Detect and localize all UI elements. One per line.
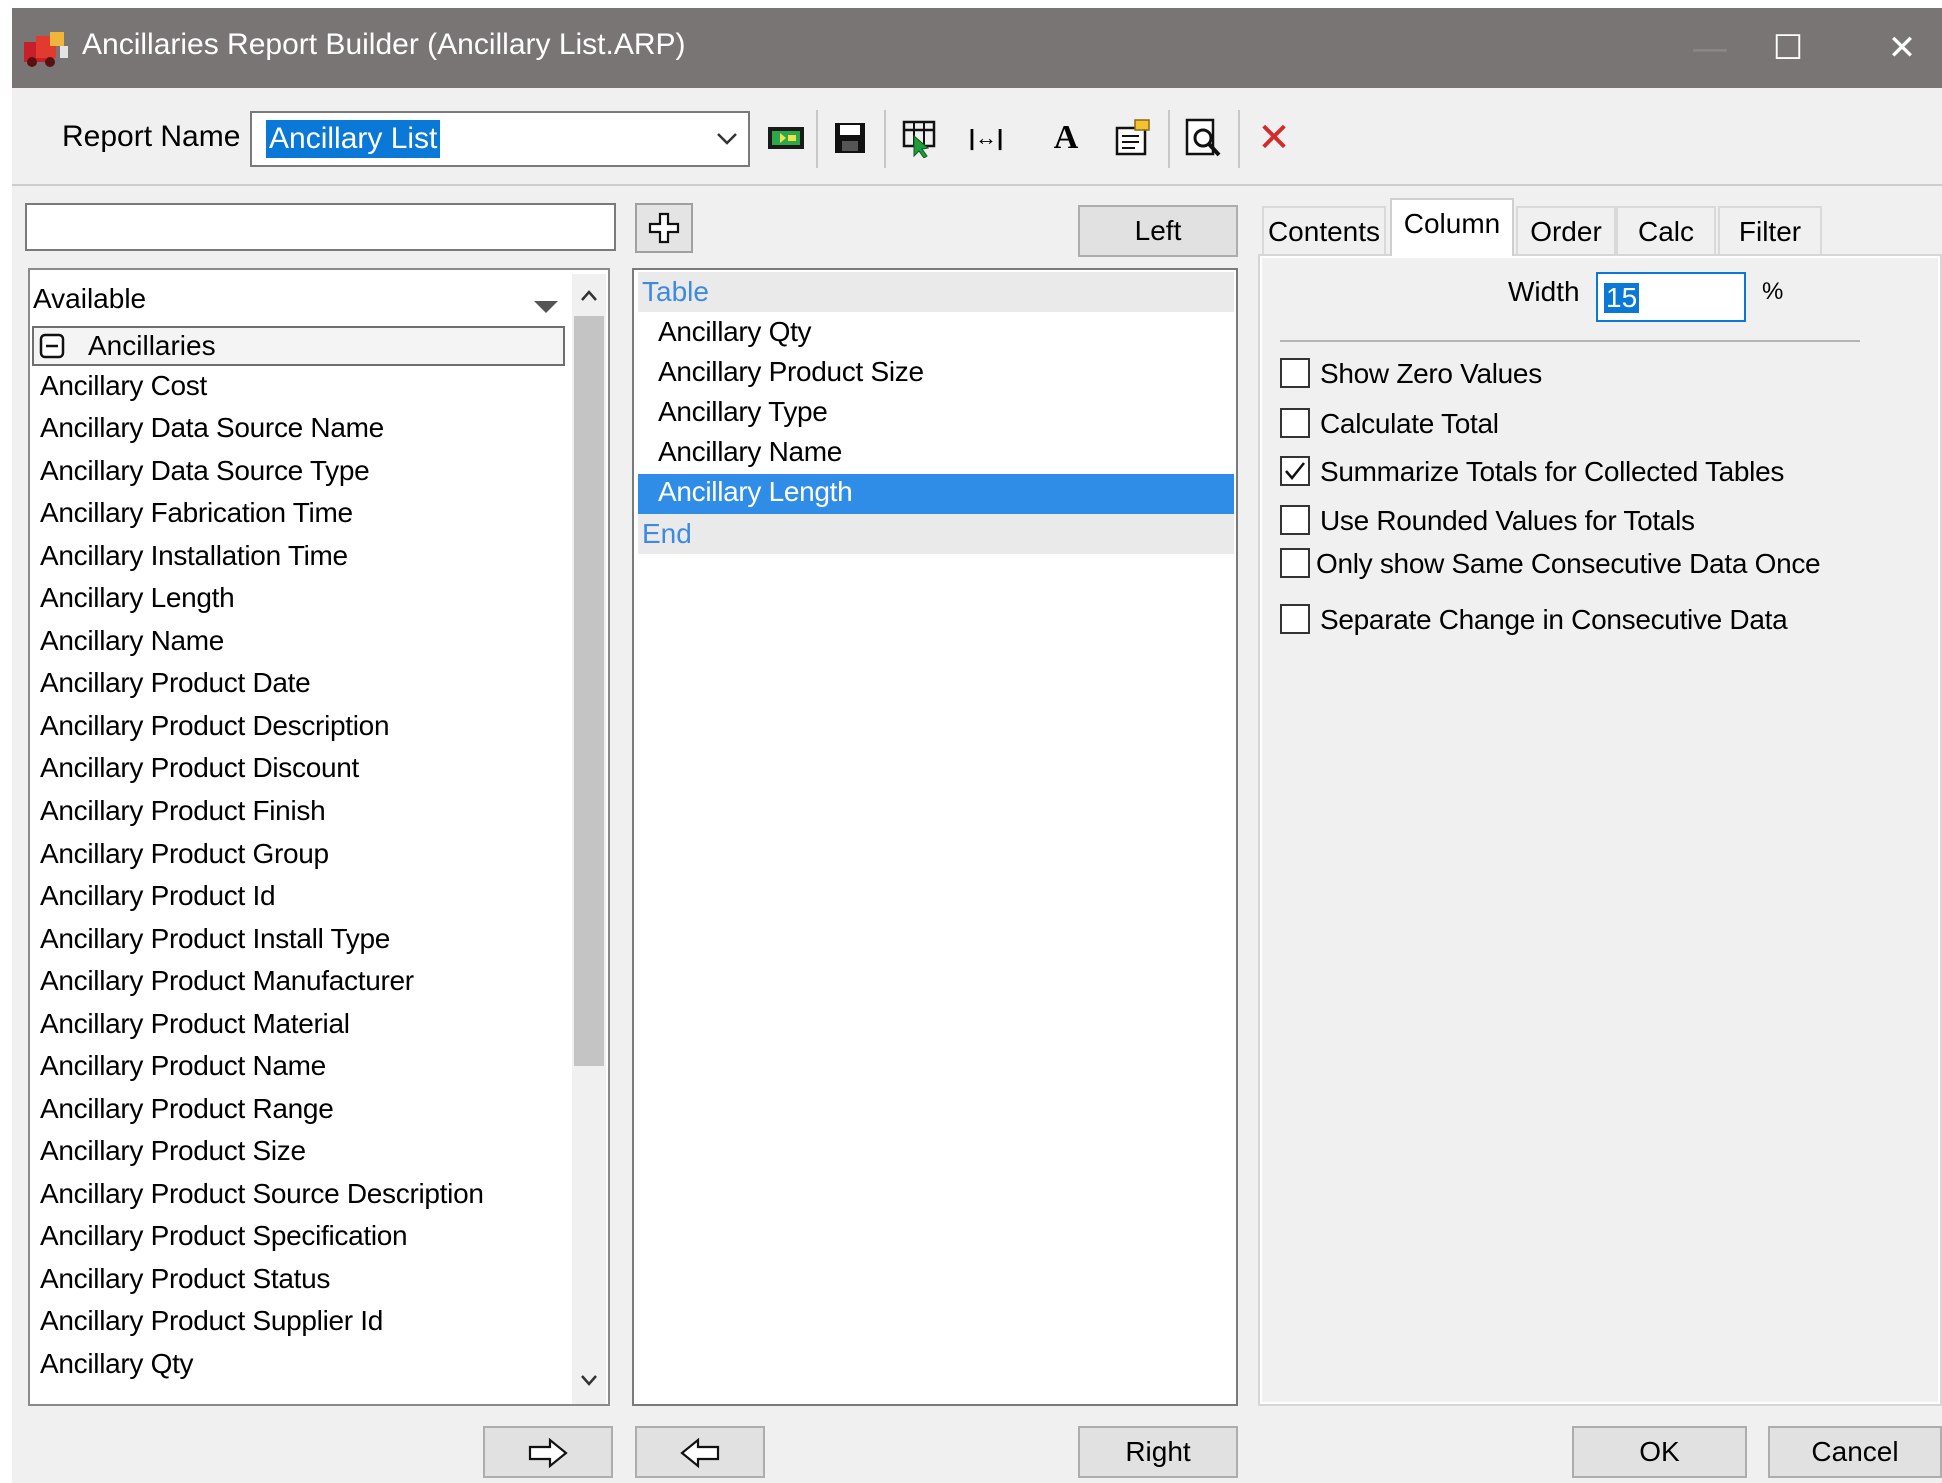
scrollbar-thumb[interactable]	[574, 316, 604, 1066]
caret-down-icon[interactable]	[532, 290, 560, 313]
list-item[interactable]: Ancillary Installation Time	[40, 540, 348, 572]
tab-calc[interactable]: Calc	[1616, 206, 1716, 256]
minimize-button[interactable]: —	[1670, 8, 1750, 88]
list-item[interactable]: Ancillary Name	[40, 625, 224, 657]
list-item[interactable]: Ancillary Product Range	[40, 1093, 334, 1125]
tab-contents[interactable]: Contents	[1262, 206, 1386, 256]
list-item[interactable]: Ancillary Product Material	[40, 1008, 350, 1040]
ok-button[interactable]: OK	[1572, 1426, 1747, 1478]
maximize-button[interactable]: ☐	[1748, 8, 1828, 88]
show-zero-values-checkbox[interactable]	[1280, 358, 1310, 388]
select-columns-icon[interactable]	[896, 110, 944, 166]
panel-divider	[1280, 340, 1860, 342]
tab-column[interactable]: Column	[1390, 198, 1514, 256]
print-preview-icon[interactable]	[1180, 110, 1228, 166]
column-item[interactable]: Ancillary Qty	[658, 316, 812, 348]
add-button[interactable]	[635, 203, 693, 253]
column-item[interactable]: Ancillary Product Size	[658, 356, 924, 388]
table-header-row[interactable]: Table	[638, 272, 1234, 312]
app-icon	[20, 28, 72, 68]
list-item[interactable]: Ancillary Product Manufacturer	[40, 965, 414, 997]
report-name-label: Report Name	[62, 120, 241, 153]
align-right-button[interactable]: Right	[1078, 1426, 1238, 1478]
separate-change-checkbox[interactable]	[1280, 604, 1310, 634]
list-item[interactable]: Ancillary Product Date	[40, 667, 311, 699]
save-icon[interactable]	[826, 110, 874, 166]
list-item[interactable]: Ancillary Product Supplier Id	[40, 1305, 383, 1337]
toolbar-separator	[1238, 110, 1240, 168]
toolbar-separator	[1168, 110, 1170, 168]
use-rounded-values-label: Use Rounded Values for Totals	[1320, 505, 1695, 536]
list-item[interactable]: Ancillary Product Group	[40, 838, 329, 870]
column-item-selected[interactable]: Ancillary Length	[658, 476, 853, 508]
list-item[interactable]: Ancillary Product Install Type	[40, 923, 390, 955]
tab-order[interactable]: Order	[1516, 206, 1616, 256]
column-item[interactable]: Ancillary Name	[658, 436, 842, 468]
toolbar-separator	[816, 110, 818, 168]
column-item[interactable]: Ancillary Type	[658, 396, 828, 428]
list-item[interactable]: Ancillary Product Finish	[40, 795, 326, 827]
collapse-icon[interactable]	[38, 332, 66, 360]
properties-icon[interactable]	[1110, 110, 1158, 166]
list-item[interactable]: Ancillary Product Description	[40, 710, 390, 742]
scroll-down-icon[interactable]	[572, 1362, 606, 1398]
available-header: Available	[33, 283, 147, 314]
list-item[interactable]: Ancillary Fabrication Time	[40, 497, 353, 529]
align-left-button[interactable]: Left	[1078, 205, 1238, 257]
calculate-total-checkbox[interactable]	[1280, 408, 1310, 438]
list-item[interactable]: Ancillary Qty	[40, 1348, 194, 1380]
separate-change-label: Separate Change in Consecutive Data	[1320, 604, 1788, 635]
column-width-icon[interactable]: |↔|	[962, 110, 1010, 166]
chevron-down-icon[interactable]	[712, 124, 742, 154]
summarize-totals-checkbox[interactable]	[1280, 456, 1310, 486]
cancel-button[interactable]: Cancel	[1768, 1426, 1942, 1478]
list-item[interactable]: Ancillary Product Id	[40, 880, 276, 912]
only-show-same-data-once-label: Only show Same Consecutive Data Once	[1316, 548, 1821, 579]
only-show-same-data-once-checkbox[interactable]	[1280, 548, 1310, 578]
list-item[interactable]: Ancillary Product Size	[40, 1135, 306, 1167]
tab-filter[interactable]: Filter	[1718, 206, 1822, 256]
list-item[interactable]: Ancillary Product Discount	[40, 752, 359, 784]
list-item[interactable]: Ancillary Product Specification	[40, 1220, 408, 1252]
list-item[interactable]: Ancillary Length	[40, 582, 235, 614]
percent-label: %	[1762, 278, 1784, 305]
list-item[interactable]: Ancillary Cost	[40, 370, 207, 402]
summarize-totals-label: Summarize Totals for Collected Tables	[1320, 456, 1785, 487]
list-item[interactable]: Ancillary Product Status	[40, 1263, 330, 1295]
width-label: Width	[1508, 276, 1580, 307]
window-title: Ancillaries Report Builder (Ancillary Li…	[82, 28, 686, 61]
list-item[interactable]: Ancillary Data Source Type	[40, 455, 370, 487]
calculate-total-label: Calculate Total	[1320, 408, 1499, 439]
add-field-button[interactable]	[483, 1426, 613, 1478]
close-window-button[interactable]: ✕	[1862, 8, 1942, 88]
list-item[interactable]: Ancillary Data Source Name	[40, 412, 384, 444]
list-item[interactable]: Ancillary Product Source Description	[40, 1178, 484, 1210]
delete-icon[interactable]: ✕	[1250, 110, 1298, 166]
group-label: Ancillaries	[88, 330, 216, 361]
font-icon[interactable]: A	[1042, 110, 1090, 166]
end-row[interactable]: End	[638, 514, 1234, 554]
toolbar-separator	[884, 110, 886, 168]
field-search-input[interactable]	[25, 203, 616, 251]
remove-field-button[interactable]	[635, 1426, 765, 1478]
show-zero-values-label: Show Zero Values	[1320, 358, 1542, 389]
new-report-icon[interactable]	[762, 110, 810, 166]
scroll-up-icon[interactable]	[572, 278, 606, 314]
list-item[interactable]: Ancillary Product Name	[40, 1050, 326, 1082]
report-name-value[interactable]: Ancillary List	[266, 120, 441, 158]
toolbar-divider	[12, 184, 1942, 186]
width-value[interactable]: 15	[1604, 283, 1640, 313]
use-rounded-values-checkbox[interactable]	[1280, 505, 1310, 535]
